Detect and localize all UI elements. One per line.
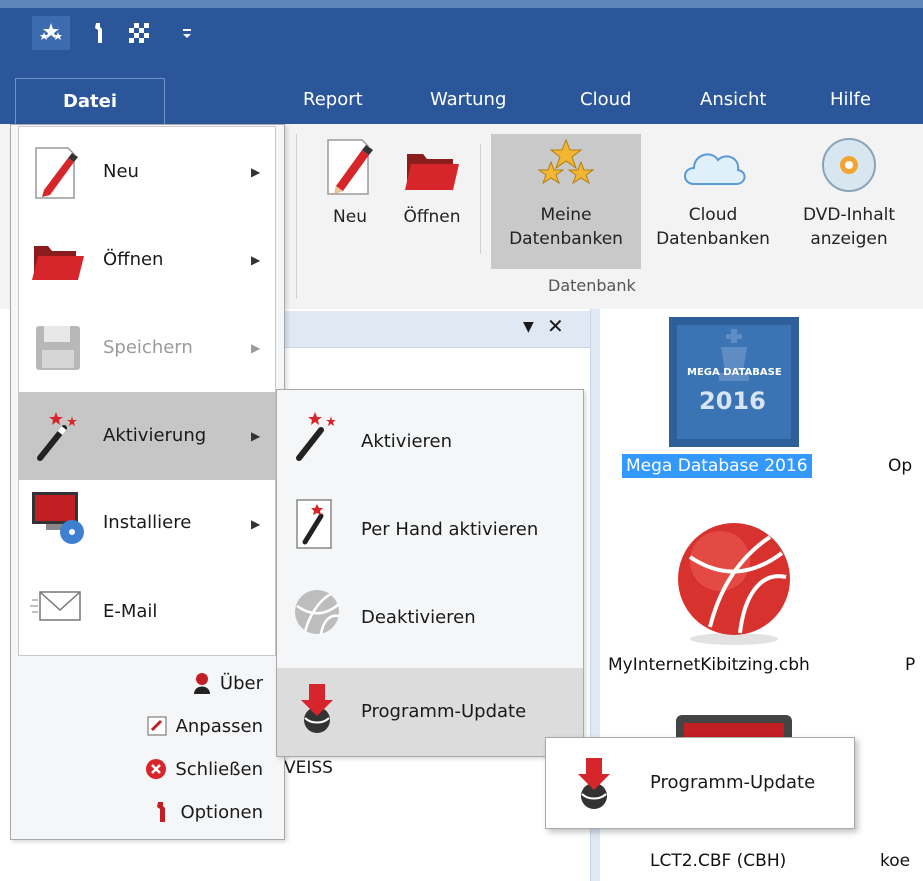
magic-wand-icon <box>37 412 77 461</box>
customize-icon <box>147 716 167 736</box>
file-menu-speichern-label: Speichern <box>103 337 193 358</box>
partial-db-label-3[interactable]: koe <box>880 851 910 871</box>
tab-datei[interactable]: Datei <box>15 78 165 124</box>
ueber-label: Über <box>219 672 263 694</box>
mega-database-logo[interactable]: MEGA DATABASE 2016 <box>669 317 799 447</box>
close-circle-icon <box>146 759 167 779</box>
ribbon-oeffnen-label: Öffnen <box>403 207 461 227</box>
stars-icon <box>537 138 595 185</box>
ribbon-cloud-line1: Cloud <box>688 205 738 225</box>
wrench-icon[interactable] <box>86 16 112 50</box>
ribbon-separator <box>480 144 481 254</box>
submenu-item-aktivieren[interactable]: Aktivieren <box>277 392 583 480</box>
left-pane-header: ▼ ✕ <box>285 311 590 348</box>
optionen-label: Optionen <box>180 801 263 823</box>
ribbon-meine-datenbanken-button[interactable]: Meine Datenbanken <box>491 134 641 269</box>
ribbon-meine-line1: Meine <box>540 205 592 225</box>
board-icon[interactable] <box>124 16 154 50</box>
ueber-button[interactable]: Über <box>192 666 263 700</box>
envelope-icon <box>30 591 81 621</box>
ribbon-separator <box>296 134 297 299</box>
pencil-document-icon <box>327 139 373 195</box>
monitor-dvd-icon <box>32 492 84 544</box>
chevron-right-icon: ▶ <box>251 429 261 443</box>
title-strip <box>0 0 923 8</box>
ribbon-dvd-line2: anzeigen <box>810 229 888 249</box>
programm-update-tooltip: Programm-Update <box>545 737 855 829</box>
update-arrow-icon <box>301 684 333 733</box>
partial-db-label-1[interactable]: Op <box>888 456 912 476</box>
schliessen-button[interactable]: Schließen <box>145 752 263 786</box>
update-arrow-icon <box>578 758 610 809</box>
file-menu-installiere-label: Installiere <box>103 512 192 533</box>
tab-hilfe[interactable]: Hilfe <box>830 66 871 124</box>
logo-year-text: 2016 <box>699 387 766 415</box>
tab-wartung[interactable]: Wartung <box>430 66 506 124</box>
partial-db-label-2[interactable]: P <box>905 655 915 675</box>
anpassen-button[interactable]: Anpassen <box>146 709 263 743</box>
tab-ansicht[interactable]: Ansicht <box>700 66 766 124</box>
stars-app-icon[interactable] <box>32 16 70 50</box>
ribbon-neu-label: Neu <box>333 207 367 227</box>
chess-king-icon <box>719 329 749 381</box>
submenu-deaktivieren-label: Deaktivieren <box>361 607 476 628</box>
chevron-right-icon: ▶ <box>251 253 261 267</box>
chevron-right-icon: ▶ <box>251 165 261 179</box>
chevron-right-icon: ▶ <box>251 341 261 355</box>
dvd-icon <box>822 138 876 192</box>
pencil-document-icon <box>35 147 78 199</box>
file-menu-item-aktivierung[interactable]: Aktivierung ▶ <box>18 392 276 480</box>
globe-grey-icon <box>295 590 340 635</box>
submenu-item-deaktivieren[interactable]: Deaktivieren <box>277 568 583 656</box>
ribbon-dvd-line1: DVD-Inhalt <box>802 205 895 225</box>
logo-title-text: MEGA DATABASE <box>687 367 782 378</box>
file-menu-item-oeffnen[interactable]: Öffnen ▶ <box>18 216 276 304</box>
optionen-button[interactable]: Optionen <box>152 795 263 829</box>
tooltip-label: Programm-Update <box>650 772 816 793</box>
submenu-per-hand-label: Per Hand aktivieren <box>361 519 539 540</box>
magic-wand-icon <box>296 412 336 461</box>
mega-database-label[interactable]: Mega Database 2016 <box>622 454 812 478</box>
red-globe-icon[interactable] <box>670 517 798 647</box>
tab-report[interactable]: Report <box>303 66 363 124</box>
wand-card-icon <box>296 499 332 549</box>
wrench-icon <box>157 802 166 822</box>
lct-label[interactable]: LCT2.CBF (CBH) <box>650 851 786 871</box>
folder-icon <box>405 154 459 190</box>
anpassen-label: Anpassen <box>175 715 263 737</box>
folder-icon <box>32 246 84 280</box>
submenu-programm-update-label: Programm-Update <box>361 701 527 722</box>
tab-cloud[interactable]: Cloud <box>580 66 631 124</box>
ribbon-neu-button[interactable]: Neu <box>318 136 382 229</box>
ribbon-group-label: Datenbank <box>548 276 636 295</box>
file-menu-item-neu[interactable]: Neu ▶ <box>18 128 276 216</box>
file-menu-item-speichern[interactable]: Speichern ▶ <box>18 304 276 392</box>
submenu-aktivieren-label: Aktivieren <box>361 431 453 452</box>
file-menu-item-email[interactable]: E-Mail <box>18 568 276 656</box>
chevron-right-icon: ▶ <box>251 517 261 531</box>
user-icon <box>193 673 210 694</box>
file-menu-item-installiere[interactable]: Installiere ▶ <box>18 480 276 568</box>
ribbon-cloud-line2: Datenbanken <box>656 229 770 249</box>
file-menu-aktivierung-label: Aktivierung <box>103 425 207 446</box>
schliessen-label: Schließen <box>175 758 263 780</box>
floppy-disk-icon <box>36 326 80 370</box>
file-menu-neu-label: Neu <box>103 161 139 182</box>
ribbon-oeffnen-button[interactable]: Öffnen <box>394 136 470 229</box>
file-menu-oeffnen-label: Öffnen <box>103 249 164 270</box>
ribbon-cloud-datenbanken-button[interactable]: Cloud Datenbanken <box>642 134 784 251</box>
dropdown-arrow-icon[interactable]: ▼ <box>523 319 534 335</box>
submenu-item-programm-update[interactable]: Programm-Update <box>277 668 583 756</box>
ribbon-meine-line2: Datenbanken <box>509 229 623 249</box>
kibitzing-label[interactable]: MyInternetKibitzing.cbh <box>608 655 810 675</box>
file-menu-email-label: E-Mail <box>103 601 158 622</box>
ribbon-dvd-button[interactable]: DVD-Inhalt anzeigen <box>788 134 910 251</box>
submenu-item-per-hand[interactable]: Per Hand aktivieren <box>277 480 583 568</box>
cloud-icon <box>684 153 746 185</box>
left-pane-partial-text: VEISS <box>284 758 333 778</box>
qat-customize-icon[interactable] <box>176 16 198 50</box>
close-pane-icon[interactable]: ✕ <box>547 314 564 338</box>
